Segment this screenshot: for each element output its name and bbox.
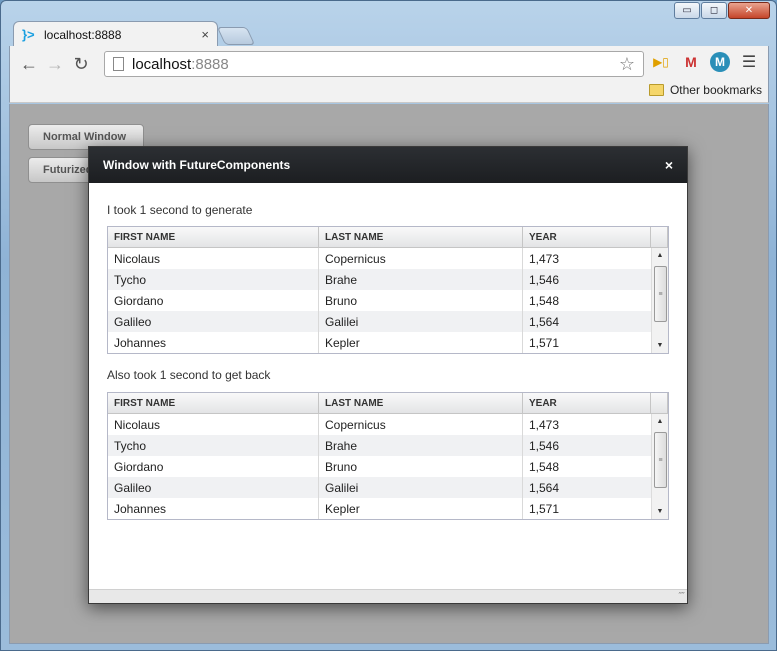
last-name-cell: Bruno	[319, 290, 523, 311]
grid-caption: Also took 1 second to get back	[107, 368, 271, 382]
window-controls: ▭ ◻ ✕	[674, 2, 770, 19]
last-name-cell: Copernicus	[319, 414, 523, 435]
m-extension-icon[interactable]: M	[710, 52, 730, 72]
table-row[interactable]: Nicolaus Copernicus 1,473	[108, 248, 651, 269]
grid-caption: I took 1 second to generate	[107, 203, 253, 217]
column-header-last-name[interactable]: LAST NAME	[319, 393, 523, 413]
grid-body: Nicolaus Copernicus 1,473 Tycho Brahe 1,…	[108, 248, 651, 353]
modal-footer: ⁗	[89, 589, 687, 603]
address-bar[interactable]: localhost:8888 ☆	[104, 51, 644, 77]
scroll-up-arrow-icon[interactable]: ▲	[652, 248, 668, 263]
reload-icon[interactable]: ↻	[68, 51, 94, 77]
first-name-cell: Tycho	[108, 269, 319, 290]
resize-grip-icon[interactable]: ⁗	[678, 591, 685, 602]
last-name-cell: Brahe	[319, 435, 523, 456]
grid-header: FIRST NAME LAST NAME YEAR	[108, 227, 668, 248]
first-name-cell: Giordano	[108, 456, 319, 477]
tab-title: localhost:8888	[44, 27, 122, 42]
year-cell: 1,564	[529, 314, 560, 329]
first-name-cell: Tycho	[108, 435, 319, 456]
last-name-cell: Galilei	[319, 477, 523, 498]
first-name-cell: Johannes	[108, 498, 319, 519]
column-header-first-name[interactable]: FIRST NAME	[108, 227, 319, 247]
table-row[interactable]: Nicolaus Copernicus 1,473	[108, 414, 651, 435]
scroll-up-arrow-icon[interactable]: ▲	[652, 414, 668, 429]
other-bookmarks[interactable]: Other bookmarks	[648, 83, 762, 97]
scrollbar-thumb[interactable]: ≡	[654, 266, 667, 322]
star-icon[interactable]: ☆	[619, 54, 635, 75]
modal-header[interactable]: Window with FutureComponents ×	[89, 147, 687, 183]
maximize-button[interactable]: ◻	[701, 2, 727, 19]
last-name-cell: Galilei	[319, 311, 523, 332]
table-row[interactable]: Galileo Galilei 1,564	[108, 477, 651, 498]
minimize-button[interactable]: ▭	[674, 2, 700, 19]
scroll-down-arrow-icon[interactable]: ▼	[652, 504, 668, 519]
data-grid: FIRST NAME LAST NAME YEAR Nicolaus Coper…	[107, 392, 669, 520]
gmail-extension-icon[interactable]: M	[680, 51, 702, 73]
first-name-cell: Galileo	[108, 477, 319, 498]
site-favicon-icon: }>	[22, 27, 35, 42]
url-port: :8888	[191, 55, 229, 73]
future-components-window: Window with FutureComponents × I took 1 …	[88, 146, 688, 604]
last-name-cell: Kepler	[319, 498, 523, 519]
year-cell: 1,546	[529, 272, 560, 287]
grid-header: FIRST NAME LAST NAME YEAR	[108, 393, 668, 414]
modal-close-icon[interactable]: ×	[665, 157, 673, 173]
modal-title: Window with FutureComponents	[103, 158, 291, 172]
first-name-cell: Nicolaus	[108, 248, 319, 269]
table-row[interactable]: Johannes Kepler 1,571	[108, 498, 651, 519]
year-cell: 1,571	[529, 335, 560, 350]
column-header-year[interactable]: YEAR	[523, 393, 651, 413]
table-row[interactable]: Giordano Bruno 1,548	[108, 456, 651, 477]
tab-strip: }> localhost:8888 ×	[9, 21, 769, 47]
last-name-cell: Kepler	[319, 332, 523, 353]
year-cell: 1,571	[529, 501, 560, 516]
column-header-last-name[interactable]: LAST NAME	[319, 227, 523, 247]
year-cell: 1,548	[529, 293, 560, 308]
scrollbar-thumb[interactable]: ≡	[654, 432, 667, 488]
scroll-down-arrow-icon[interactable]: ▼	[652, 338, 668, 353]
folder-icon	[648, 84, 664, 96]
last-name-cell: Bruno	[319, 456, 523, 477]
new-tab-button[interactable]	[216, 27, 256, 45]
other-bookmarks-label: Other bookmarks	[669, 83, 762, 97]
grid-body: Nicolaus Copernicus 1,473 Tycho Brahe 1,…	[108, 414, 651, 519]
column-header-first-name[interactable]: FIRST NAME	[108, 393, 319, 413]
bookmarks-bar: Other bookmarks	[9, 81, 769, 103]
column-header-year[interactable]: YEAR	[523, 227, 651, 247]
last-name-cell: Copernicus	[319, 248, 523, 269]
first-name-cell: Johannes	[108, 332, 319, 353]
menu-icon[interactable]: ☰	[738, 51, 760, 73]
table-row[interactable]: Giordano Bruno 1,548	[108, 290, 651, 311]
column-header-spacer	[651, 393, 668, 413]
tab-close-icon[interactable]: ×	[201, 27, 209, 42]
browser-toolbar: ← → ↻ localhost:8888 ☆ ▶▯ M M ☰	[9, 46, 769, 82]
first-name-cell: Giordano	[108, 290, 319, 311]
window-close-button[interactable]: ✕	[728, 2, 770, 19]
year-cell: 1,473	[529, 417, 560, 432]
data-grid: FIRST NAME LAST NAME YEAR Nicolaus Coper…	[107, 226, 669, 354]
grid-scrollbar[interactable]: ▲ ≡ ▼	[651, 414, 668, 519]
year-cell: 1,473	[529, 251, 560, 266]
modal-body: I took 1 second to generate FIRST NAME L…	[89, 183, 687, 520]
back-arrow-icon[interactable]: ←	[16, 51, 42, 77]
year-cell: 1,564	[529, 480, 560, 495]
year-cell: 1,548	[529, 459, 560, 474]
tab-localhost[interactable]: }> localhost:8888 ×	[13, 21, 218, 47]
page-icon	[113, 57, 124, 71]
phone-extension-icon[interactable]: ▶▯	[650, 51, 672, 73]
first-name-cell: Galileo	[108, 311, 319, 332]
extension-icons: ▶▯ M M ☰	[650, 51, 760, 73]
table-row[interactable]: Tycho Brahe 1,546	[108, 435, 651, 456]
table-row[interactable]: Tycho Brahe 1,546	[108, 269, 651, 290]
url-host: localhost	[132, 55, 192, 73]
first-name-cell: Nicolaus	[108, 414, 319, 435]
year-cell: 1,546	[529, 438, 560, 453]
grid-scrollbar[interactable]: ▲ ≡ ▼	[651, 248, 668, 353]
table-row[interactable]: Johannes Kepler 1,571	[108, 332, 651, 353]
last-name-cell: Brahe	[319, 269, 523, 290]
forward-arrow-icon[interactable]: →	[42, 51, 68, 77]
column-header-spacer	[651, 227, 668, 247]
table-row[interactable]: Galileo Galilei 1,564	[108, 311, 651, 332]
